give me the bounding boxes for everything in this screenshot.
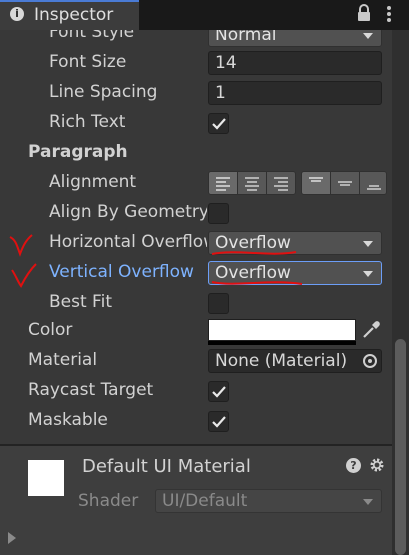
row-raycast-target: Raycast Target [0, 378, 392, 408]
annotation-check-vertical [11, 263, 37, 288]
alpha-bar [208, 341, 356, 345]
shader-label: Shader [78, 491, 139, 511]
shader-value: UI/Default [162, 491, 248, 511]
lock-icon[interactable] [357, 4, 371, 26]
tab-bar: i Inspector [0, 0, 409, 30]
maskable-checkbox[interactable] [208, 411, 229, 432]
help-icon[interactable]: ? [346, 458, 361, 473]
inspector-panel: Font Style Normal Font Size 14 Line Spac… [0, 30, 392, 555]
tab-inspector[interactable]: i Inspector [0, 0, 139, 30]
chevron-down-icon [363, 499, 373, 505]
checkmark-icon [212, 386, 226, 398]
checkmark-icon [212, 416, 226, 428]
annotation-overlay [9, 234, 303, 288]
annotation-check-horizontal [9, 234, 33, 257]
scrollbar[interactable] [392, 30, 409, 555]
maskable-label: Maskable [28, 410, 108, 430]
material-preview [28, 460, 64, 496]
more-options-icon[interactable] [386, 4, 392, 28]
row-maskable: Maskable [0, 408, 392, 438]
scrollbar-thumb[interactable] [395, 339, 406, 555]
shader-dropdown[interactable]: UI/Default [155, 489, 382, 513]
material-field[interactable]: None (Material) [208, 349, 382, 373]
material-label: Material [28, 350, 98, 370]
row-material: Material None (Material) [0, 348, 392, 378]
raycast-target-label: Raycast Target [28, 380, 154, 400]
raycast-target-checkbox[interactable] [208, 381, 229, 402]
material-name: Default UI Material [82, 456, 251, 477]
material-section: Default UI Material ? Shader UI/Default [0, 446, 392, 555]
annotation-underline-horizontal [211, 251, 297, 255]
info-icon: i [10, 7, 24, 21]
annotation-underline-vertical [211, 281, 303, 285]
object-picker-icon[interactable] [363, 354, 377, 368]
gear-icon[interactable] [369, 457, 385, 477]
material-value: None (Material) [215, 351, 348, 371]
tab-title: Inspector [34, 5, 114, 25]
foldout-arrow-icon[interactable] [8, 532, 16, 544]
